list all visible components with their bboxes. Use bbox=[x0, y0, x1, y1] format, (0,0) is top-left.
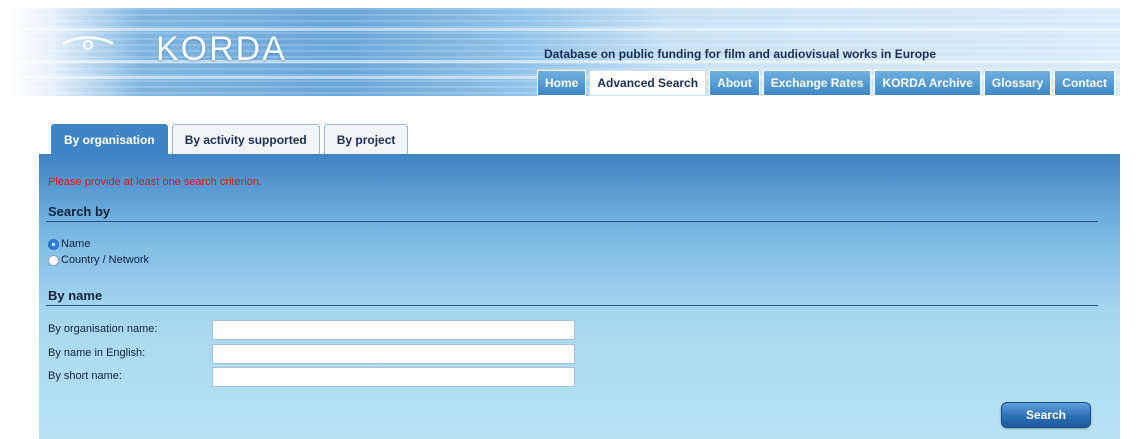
name-in-english-input[interactable] bbox=[212, 344, 575, 364]
main-nav: Home Advanced Search About Exchange Rate… bbox=[537, 70, 1115, 96]
nav-tab-home[interactable]: Home bbox=[537, 70, 587, 96]
radio-option-country-network[interactable]: Country / Network bbox=[48, 254, 149, 266]
section-divider bbox=[46, 221, 1098, 222]
search-by-heading: Search by bbox=[48, 204, 111, 219]
tab-by-project[interactable]: By project bbox=[323, 124, 409, 154]
nav-tab-exchange-rates[interactable]: Exchange Rates bbox=[762, 70, 872, 96]
site-logo[interactable]: KORDA bbox=[156, 30, 287, 69]
organisation-name-input[interactable] bbox=[212, 320, 575, 340]
by-name-heading: By name bbox=[48, 288, 103, 303]
radio-option-name[interactable]: Name bbox=[48, 238, 90, 250]
tab-by-organisation[interactable]: By organisation bbox=[51, 124, 168, 154]
section-divider bbox=[46, 305, 1098, 306]
radio-label: Country / Network bbox=[61, 254, 150, 266]
site-tagline: Database on public funding for film and … bbox=[544, 47, 937, 61]
radio-label: Name bbox=[61, 238, 91, 250]
error-message: Please provide at least one search crite… bbox=[48, 176, 263, 188]
search-panel: Please provide at least one search crite… bbox=[39, 154, 1120, 439]
radio-button[interactable] bbox=[48, 238, 59, 250]
short-name-input[interactable] bbox=[212, 367, 575, 387]
tab-by-activity-supported[interactable]: By activity supported bbox=[171, 124, 320, 154]
nav-tab-glossary[interactable]: Glossary bbox=[983, 70, 1052, 96]
nav-tab-contact[interactable]: Contact bbox=[1054, 70, 1115, 96]
nav-tab-advanced-search[interactable]: Advanced Search bbox=[589, 70, 707, 96]
search-button[interactable]: Search bbox=[1001, 402, 1091, 428]
organisation-name-label: By organisation name: bbox=[48, 323, 158, 335]
short-name-label: By short name: bbox=[48, 370, 122, 382]
search-tabs: By organisation By activity supported By… bbox=[51, 124, 409, 154]
nav-tab-about[interactable]: About bbox=[709, 70, 760, 96]
radio-button[interactable] bbox=[48, 254, 59, 266]
name-in-english-label: By name in English: bbox=[48, 347, 146, 359]
eye-logo-icon bbox=[63, 36, 113, 50]
nav-tab-korda-archive[interactable]: KORDA Archive bbox=[874, 70, 981, 96]
